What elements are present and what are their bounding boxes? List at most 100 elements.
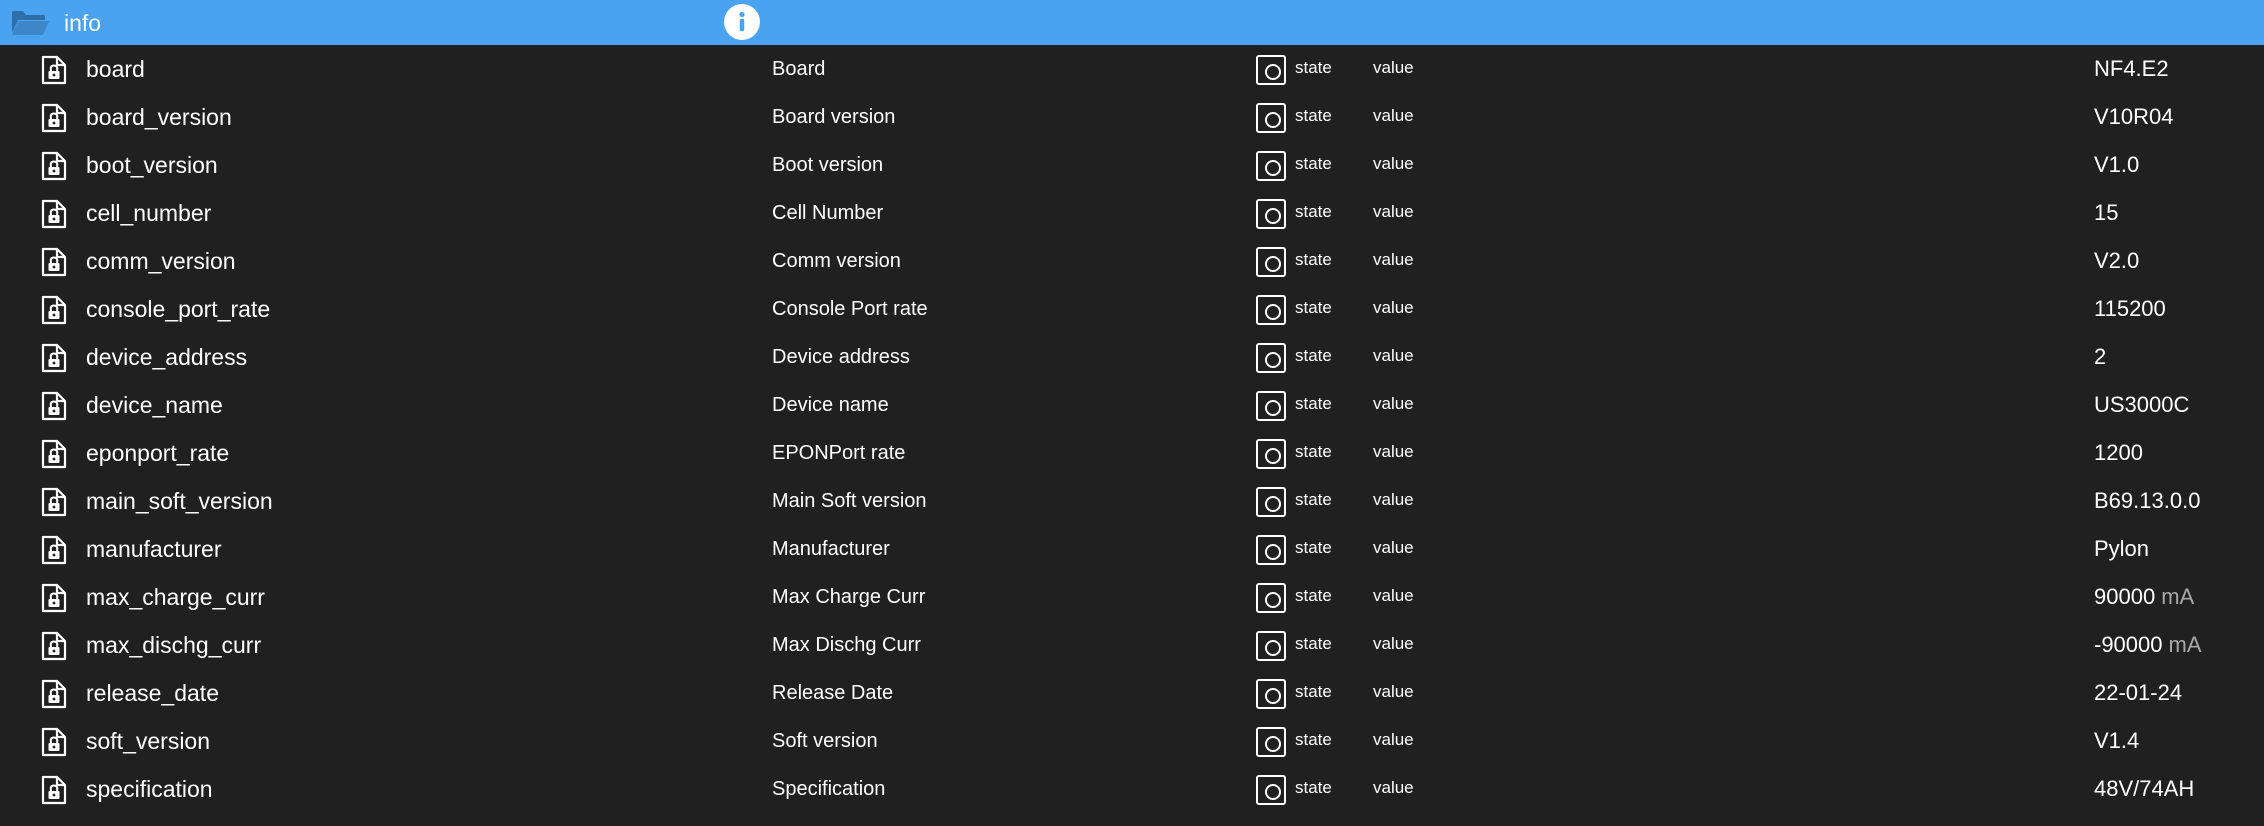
state-role-icon — [1256, 535, 1286, 565]
value-number: V1.4 — [2094, 728, 2140, 753]
info-icon[interactable] — [724, 4, 760, 40]
object-type: value — [1373, 250, 1414, 269]
file-lock-icon — [41, 151, 67, 181]
file-lock-icon — [41, 55, 67, 85]
file-lock-icon — [41, 679, 67, 709]
state-role-icon — [1256, 391, 1286, 421]
file-lock-icon — [41, 775, 67, 805]
object-value[interactable]: 115200 — [2094, 285, 2172, 333]
object-id[interactable]: device_name — [86, 381, 223, 429]
object-value[interactable]: 48V/74AH — [2094, 765, 2200, 813]
value-number: V1.0 — [2094, 152, 2140, 177]
object-role: state — [1295, 250, 1332, 269]
object-value[interactable]: NF4.E2 — [2094, 45, 2175, 93]
object-id[interactable]: console_port_rate — [86, 285, 270, 333]
value-number: -90000 — [2094, 632, 2163, 657]
object-value[interactable]: V1.4 — [2094, 717, 2145, 765]
object-value[interactable]: B69.13.0.0 — [2094, 477, 2206, 525]
file-lock-icon — [41, 199, 67, 229]
value-number: 15 — [2094, 200, 2119, 225]
table-row[interactable]: release_date Release Date state value 22… — [0, 669, 2264, 717]
object-id[interactable]: comm_version — [86, 237, 236, 285]
table-row[interactable]: board_version Board version state value … — [0, 93, 2264, 141]
table-row[interactable]: soft_version Soft version state value V1… — [0, 717, 2264, 765]
object-list: board Board state value NF4.E2 board_ver… — [0, 45, 2264, 813]
object-id[interactable]: specification — [86, 765, 213, 813]
object-id[interactable]: board_version — [86, 93, 232, 141]
state-role-icon — [1256, 199, 1286, 229]
table-row[interactable]: main_soft_version Main Soft version stat… — [0, 477, 2264, 525]
object-role: state — [1295, 106, 1332, 125]
object-type: value — [1373, 58, 1414, 77]
value-unit: mA — [2168, 632, 2202, 657]
state-role-icon — [1256, 247, 1286, 277]
table-row[interactable]: boot_version Boot version state value V1… — [0, 141, 2264, 189]
object-value[interactable]: 2 — [2094, 333, 2112, 381]
table-row[interactable]: cell_number Cell Number state value 15 — [0, 189, 2264, 237]
object-type: value — [1373, 490, 1414, 509]
object-value[interactable]: V1.0 — [2094, 141, 2145, 189]
object-id[interactable]: eponport_rate — [86, 429, 229, 477]
value-number: Pylon — [2094, 536, 2150, 561]
value-number: 22-01-24 — [2094, 680, 2183, 705]
object-type: value — [1373, 106, 1414, 125]
table-row[interactable]: eponport_rate EPONPort rate state value … — [0, 429, 2264, 477]
object-id[interactable]: cell_number — [86, 189, 211, 237]
object-id[interactable]: device_address — [86, 333, 247, 381]
object-role: state — [1295, 442, 1332, 461]
object-name: Specification — [772, 778, 886, 800]
object-id[interactable]: release_date — [86, 669, 219, 717]
file-lock-icon — [41, 583, 67, 613]
table-row[interactable]: device_address Device address state valu… — [0, 333, 2264, 381]
object-id[interactable]: max_dischg_curr — [86, 621, 261, 669]
table-row[interactable]: manufacturer Manufacturer state value Py… — [0, 525, 2264, 573]
object-role: state — [1295, 394, 1332, 413]
folder-open-icon[interactable] — [10, 9, 50, 37]
file-lock-icon — [41, 391, 67, 421]
value-number: B69.13.0.0 — [2094, 488, 2201, 513]
object-type: value — [1373, 730, 1414, 749]
object-value[interactable]: 90000 mA — [2094, 573, 2194, 621]
object-name: Cell Number — [772, 202, 884, 224]
object-id[interactable]: boot_version — [86, 141, 218, 189]
file-lock-icon — [41, 439, 67, 469]
object-name: Board — [772, 58, 826, 80]
object-id[interactable]: main_soft_version — [86, 477, 273, 525]
object-role: state — [1295, 154, 1332, 173]
object-value[interactable]: 22-01-24 — [2094, 669, 2188, 717]
object-role: state — [1295, 586, 1332, 605]
object-role: state — [1295, 490, 1332, 509]
object-value[interactable]: V2.0 — [2094, 237, 2145, 285]
object-value[interactable]: V10R04 — [2094, 93, 2180, 141]
object-value[interactable]: 15 — [2094, 189, 2124, 237]
object-type: value — [1373, 538, 1414, 557]
object-id[interactable]: soft_version — [86, 717, 210, 765]
table-row[interactable]: board Board state value NF4.E2 — [0, 45, 2264, 93]
object-type: value — [1373, 202, 1414, 221]
object-value[interactable]: -90000 mA — [2094, 621, 2202, 669]
object-type: value — [1373, 346, 1414, 365]
object-type: value — [1373, 394, 1414, 413]
object-name: Max Dischg Curr — [772, 634, 921, 656]
object-id[interactable]: max_charge_curr — [86, 573, 265, 621]
object-name: Max Charge Curr — [772, 586, 926, 608]
table-row[interactable]: device_name Device name state value US30… — [0, 381, 2264, 429]
table-row[interactable]: console_port_rate Console Port rate stat… — [0, 285, 2264, 333]
object-id[interactable]: manufacturer — [86, 525, 222, 573]
object-value[interactable]: Pylon — [2094, 525, 2155, 573]
object-type: value — [1373, 298, 1414, 317]
table-row[interactable]: comm_version Comm version state value V2… — [0, 237, 2264, 285]
state-role-icon — [1256, 151, 1286, 181]
object-value[interactable]: US3000C — [2094, 381, 2195, 429]
object-role: state — [1295, 682, 1332, 701]
table-row[interactable]: max_dischg_curr Max Dischg Curr state va… — [0, 621, 2264, 669]
folder-header[interactable]: info — [0, 0, 2264, 45]
object-value[interactable]: 1200 — [2094, 429, 2149, 477]
table-row[interactable]: specification Specification state value … — [0, 765, 2264, 813]
object-role: state — [1295, 538, 1332, 557]
table-row[interactable]: max_charge_curr Max Charge Curr state va… — [0, 573, 2264, 621]
value-number: 48V/74AH — [2094, 776, 2195, 801]
file-lock-icon — [41, 247, 67, 277]
object-id[interactable]: board — [86, 45, 145, 93]
file-lock-icon — [41, 343, 67, 373]
